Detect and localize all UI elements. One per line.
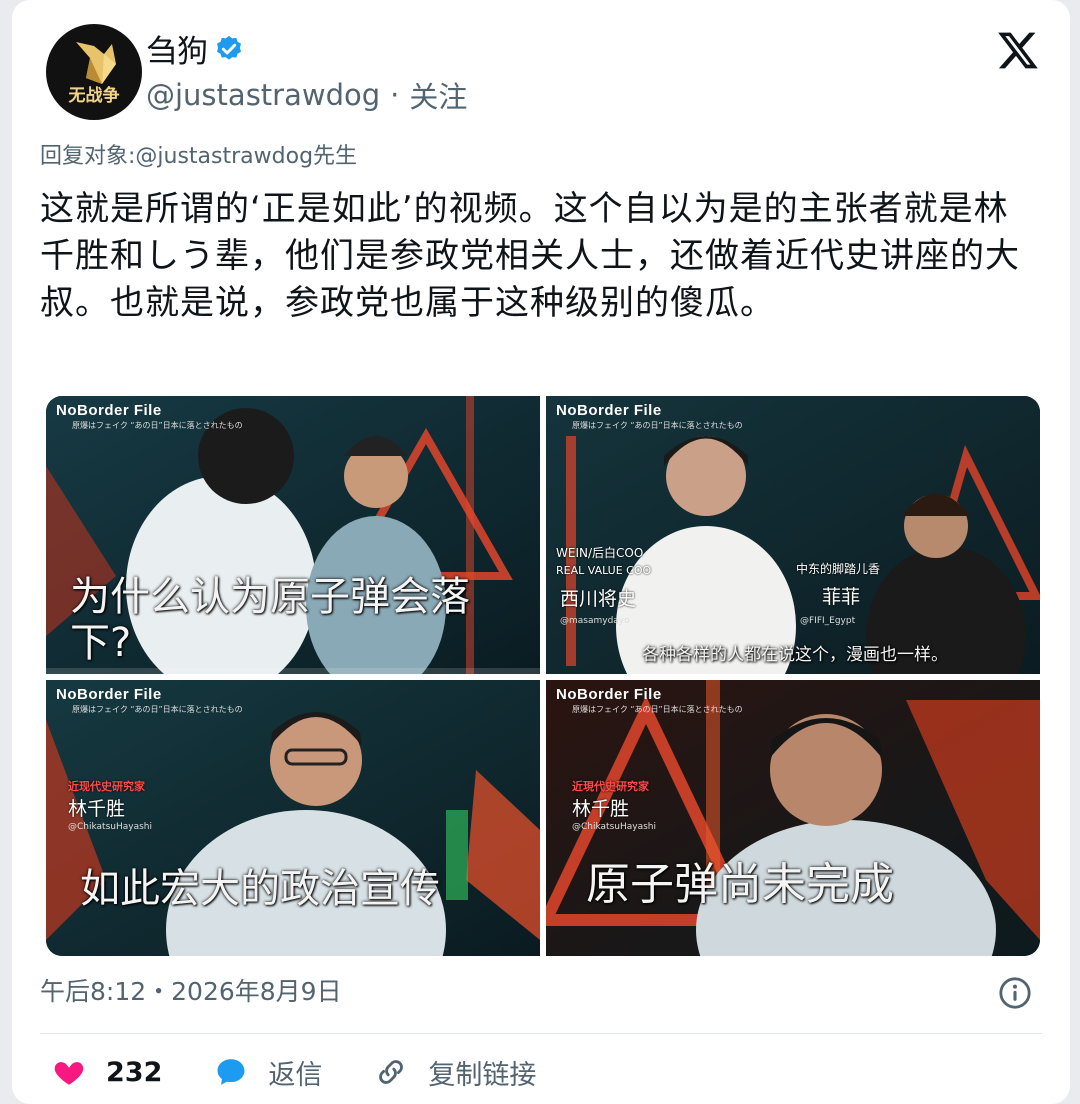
action-bar: 232 返信 复制链接	[52, 1050, 588, 1094]
heart-icon	[54, 1062, 84, 1085]
speaker-title: 近现代史研究家	[68, 780, 145, 793]
speaker-sns: @ChikatsuHayashi	[572, 822, 656, 832]
speaker-name: 林千胜	[572, 798, 630, 820]
link-icon	[379, 1060, 404, 1084]
reply-label: 返信	[268, 1059, 323, 1091]
guest-sns: @masamydayo	[560, 616, 630, 626]
tweet-timestamp[interactable]: 午后8:12・2026年8月9日	[40, 972, 342, 1008]
tweet-text: 这就是所谓的‘正是如此’的视频。这个自以为是的主张者就是林千胜和しう辈，他们是参…	[40, 189, 1020, 323]
media-grid[interactable]: NoBorder File 原爆はフェイク “あの日”日本に落とされたもの 为什…	[46, 396, 1040, 956]
speaker-sns: @ChikatsuHayashi	[68, 822, 152, 832]
divider	[40, 1033, 1042, 1034]
guest-name: 西川将史	[560, 588, 637, 610]
media-tile-4[interactable]: NoBorder File 原爆はフェイク “あの日”日本に落とされたもの 近現…	[546, 680, 1040, 956]
show-logo: NoBorder File	[556, 402, 662, 419]
guest-title-2: REAL VALUE COO	[556, 564, 652, 577]
handle[interactable]: @justastrawdog	[146, 78, 380, 112]
show-logo: NoBorder File	[556, 686, 662, 703]
media-tile-1[interactable]: NoBorder File 原爆はフェイク “あの日”日本に落とされたもの 为什…	[46, 396, 540, 674]
guest-title: WEIN/后白COO	[556, 546, 644, 560]
separator-dot: ·	[390, 78, 400, 112]
show-subtitle: 原爆はフェイク “あの日”日本に落とされたもの	[72, 421, 243, 430]
guest-2-name: 菲菲	[822, 586, 861, 608]
like-button[interactable]: 232	[52, 1055, 162, 1089]
reply-button[interactable]: 返信	[214, 1053, 322, 1092]
show-subtitle: 原爆はフェイク “あの日”日本に落とされたもの	[572, 705, 743, 714]
guest-2-title: 中东的脚踏儿香	[796, 562, 881, 576]
x-logo-icon[interactable]	[996, 28, 1040, 72]
show-subtitle: 原爆はフェイク “あの日”日本に落とされたもの	[72, 705, 243, 714]
speech-bubble-icon	[217, 1059, 245, 1085]
show-subtitle: 原爆はフェイク “あの日”日本に落とされたもの	[572, 421, 743, 430]
display-name[interactable]: 刍狗	[146, 26, 208, 71]
info-icon[interactable]	[998, 976, 1032, 1010]
media-tile-2[interactable]: NoBorder File 原爆はフェイク “あの日”日本に落とされたもの WE…	[546, 396, 1040, 674]
follow-button[interactable]: 关注	[409, 74, 467, 116]
tweet-card: 无战争 刍狗 @justastrawdog · 关注 回复对象:@justast…	[12, 0, 1070, 1104]
like-count: 232	[106, 1056, 163, 1088]
show-logo: NoBorder File	[56, 402, 162, 419]
video-caption: 为什么认为原子弹会落下?	[70, 574, 470, 666]
video-frame-image	[546, 396, 1040, 674]
avatar-text: 无战争	[68, 86, 120, 106]
reply-to-label: 回复对象:@justastrawdog先生	[40, 144, 358, 169]
show-logo: NoBorder File	[56, 686, 162, 703]
guest-2-sns: @FIFI_Egypt	[800, 616, 856, 626]
video-caption: 原子弹尚未完成	[586, 859, 894, 910]
speaker-name: 林千胜	[68, 798, 126, 820]
video-caption: 如此宏大的政治宣传	[80, 866, 440, 912]
verified-badge-icon	[217, 35, 241, 60]
copy-link-label: 复制链接	[428, 1059, 537, 1091]
speaker-title: 近現代史研究家	[572, 780, 649, 793]
copy-link-button[interactable]: 复制链接	[374, 1053, 536, 1092]
avatar[interactable]: 无战争	[46, 24, 142, 120]
media-tile-3[interactable]: NoBorder File 原爆はフェイク “あの日”日本に落とされたもの 近现…	[46, 680, 540, 956]
video-caption: 各种各样的人都在说这个，漫画也一样。	[642, 645, 948, 665]
